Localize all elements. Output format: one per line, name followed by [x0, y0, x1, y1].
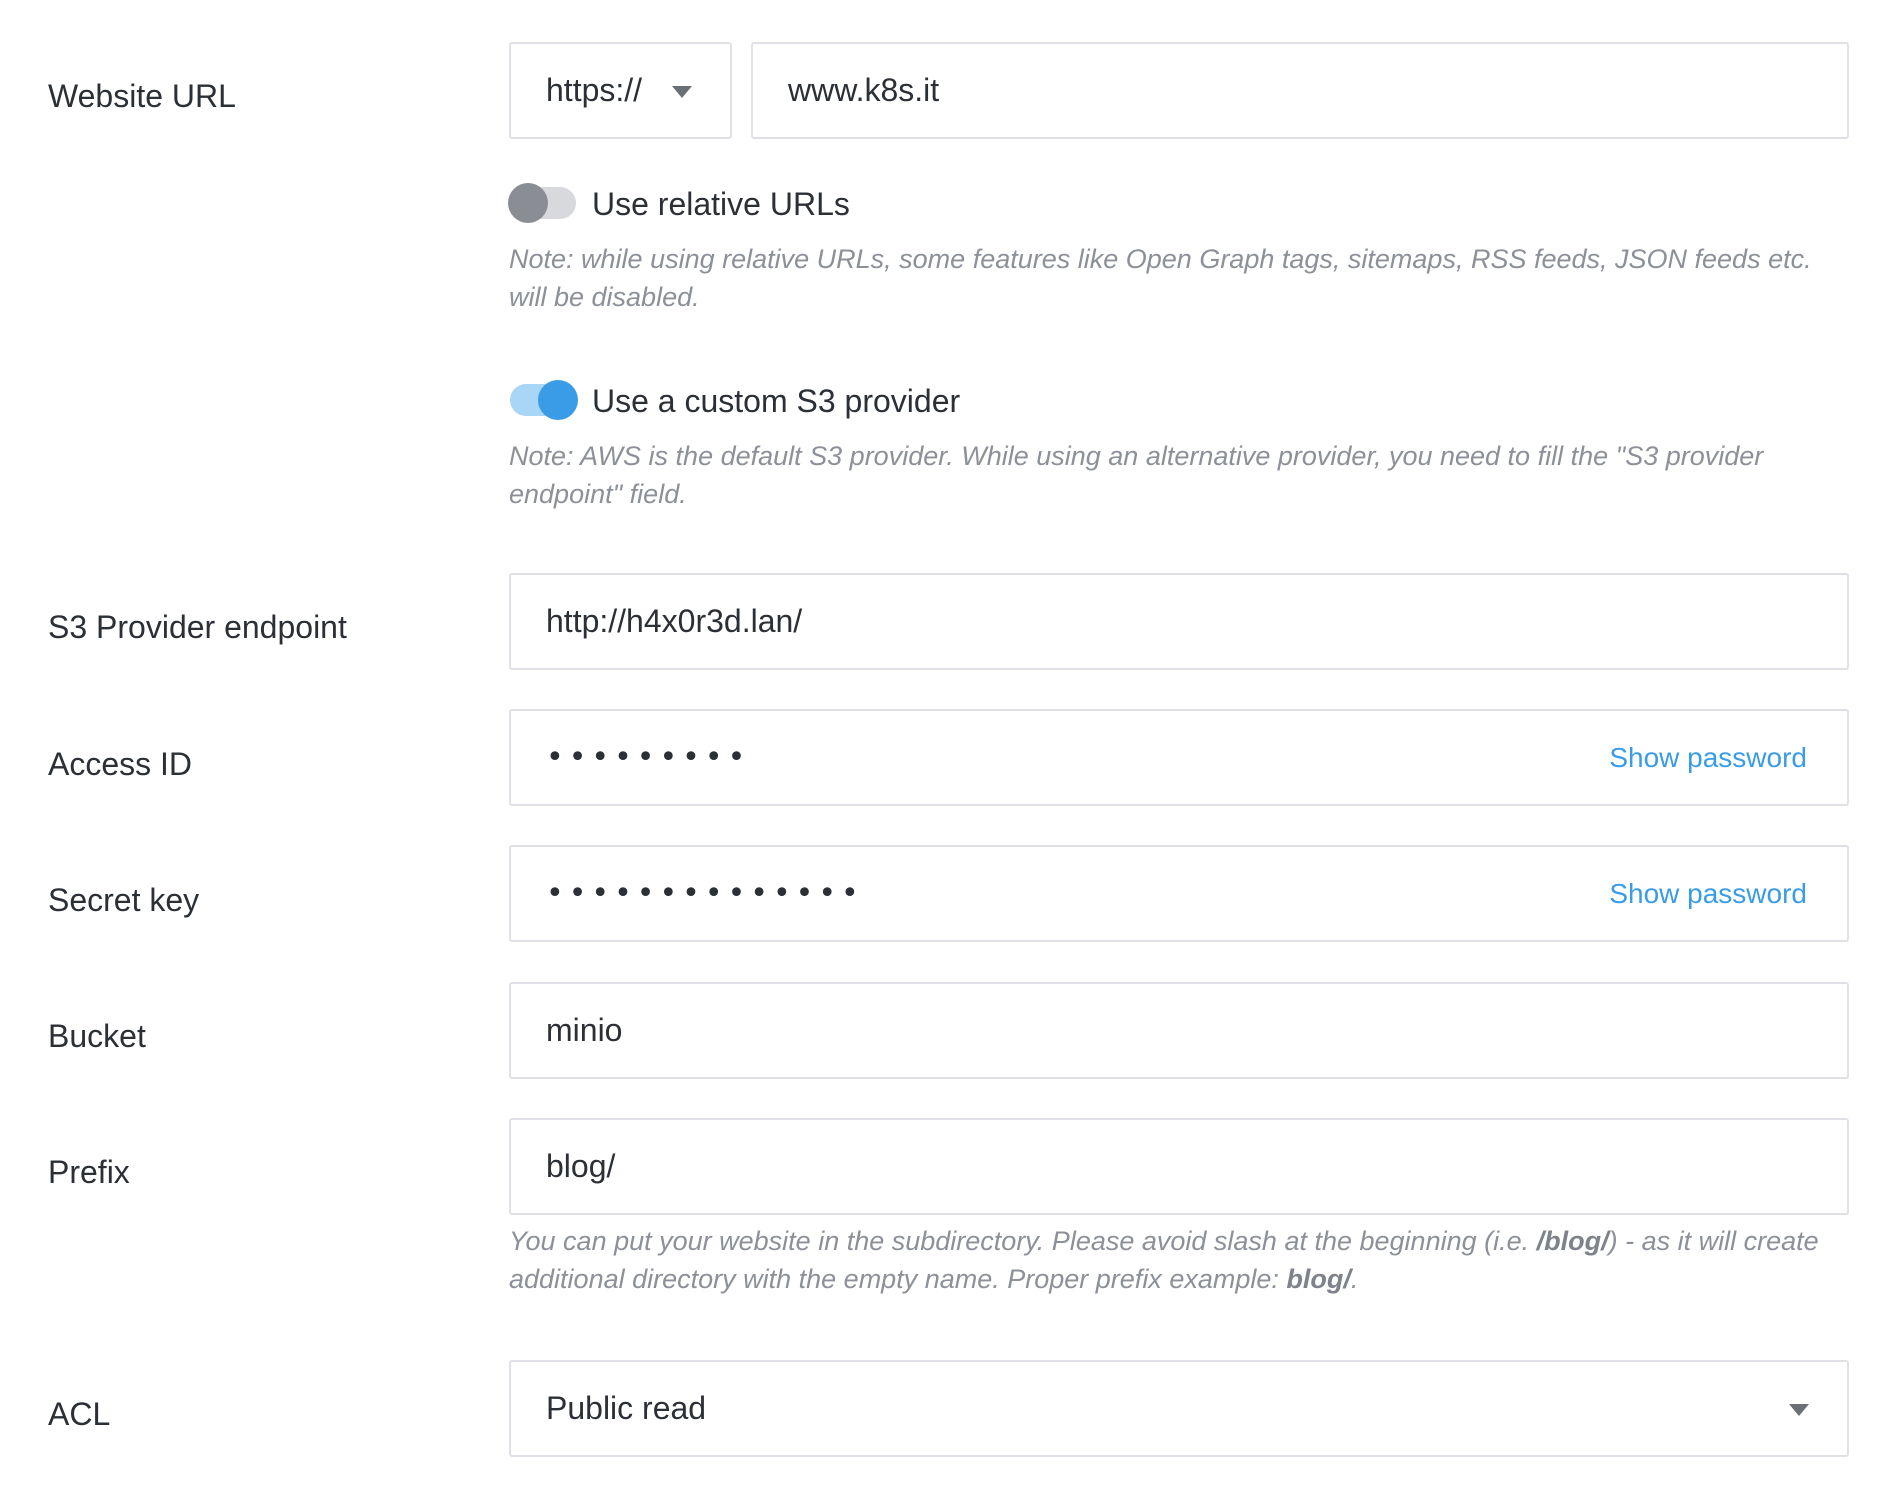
endpoint-input[interactable]: http://h4x0r3d.lan/ — [509, 573, 1849, 670]
chevron-down-icon — [1789, 1404, 1809, 1416]
toggle-knob — [538, 380, 578, 420]
relative-urls-note: Note: while using relative URLs, some fe… — [509, 244, 1812, 312]
custom-s3-note: Note: AWS is the default S3 provider. Wh… — [509, 441, 1764, 509]
bucket-value: minio — [546, 1012, 623, 1048]
website-url-label: Website URL — [48, 78, 236, 114]
access-id-show-password-link[interactable]: Show password — [1609, 711, 1807, 804]
website-url-input[interactable]: www.k8s.it — [751, 42, 1849, 139]
acl-label: ACL — [48, 1396, 111, 1432]
endpoint-value: http://h4x0r3d.lan/ — [546, 603, 803, 639]
bucket-input[interactable]: minio — [509, 982, 1849, 1079]
protocol-value: https:// — [546, 72, 643, 108]
acl-select[interactable]: Public read — [509, 1360, 1849, 1457]
secret-key-show-password-link[interactable]: Show password — [1609, 847, 1807, 940]
chevron-down-icon — [672, 86, 692, 98]
prefix-note: You can put your website in the subdirec… — [509, 1222, 1849, 1298]
secret-key-label: Secret key — [48, 882, 200, 918]
prefix-note-text: You can put your website in the subdirec… — [509, 1226, 1537, 1256]
access-id-masked-value: ••••••••• — [546, 740, 751, 775]
access-id-label: Access ID — [48, 746, 193, 782]
custom-s3-label: Use a custom S3 provider — [592, 383, 961, 419]
website-url-value: www.k8s.it — [788, 72, 940, 108]
endpoint-label: S3 Provider endpoint — [48, 609, 347, 645]
prefix-note-good-example: blog/ — [1286, 1264, 1351, 1294]
prefix-label: Prefix — [48, 1154, 130, 1190]
prefix-note-bad-example: /blog/ — [1536, 1226, 1609, 1256]
prefix-input[interactable]: blog/ — [509, 1118, 1849, 1215]
secret-key-masked-value: •••••••••••••• — [546, 876, 864, 911]
acl-value: Public read — [546, 1390, 707, 1426]
relative-urls-toggle[interactable] — [508, 183, 576, 223]
toggle-knob — [508, 183, 548, 223]
access-id-input[interactable]: ••••••••• Show password — [509, 709, 1849, 806]
bucket-label: Bucket — [48, 1018, 146, 1054]
relative-urls-label: Use relative URLs — [592, 186, 850, 222]
protocol-select[interactable]: https:// — [509, 42, 732, 139]
custom-s3-toggle[interactable] — [510, 380, 578, 420]
secret-key-input[interactable]: •••••••••••••• Show password — [509, 845, 1849, 942]
prefix-value: blog/ — [546, 1148, 616, 1184]
prefix-note-text: . — [1350, 1264, 1359, 1294]
